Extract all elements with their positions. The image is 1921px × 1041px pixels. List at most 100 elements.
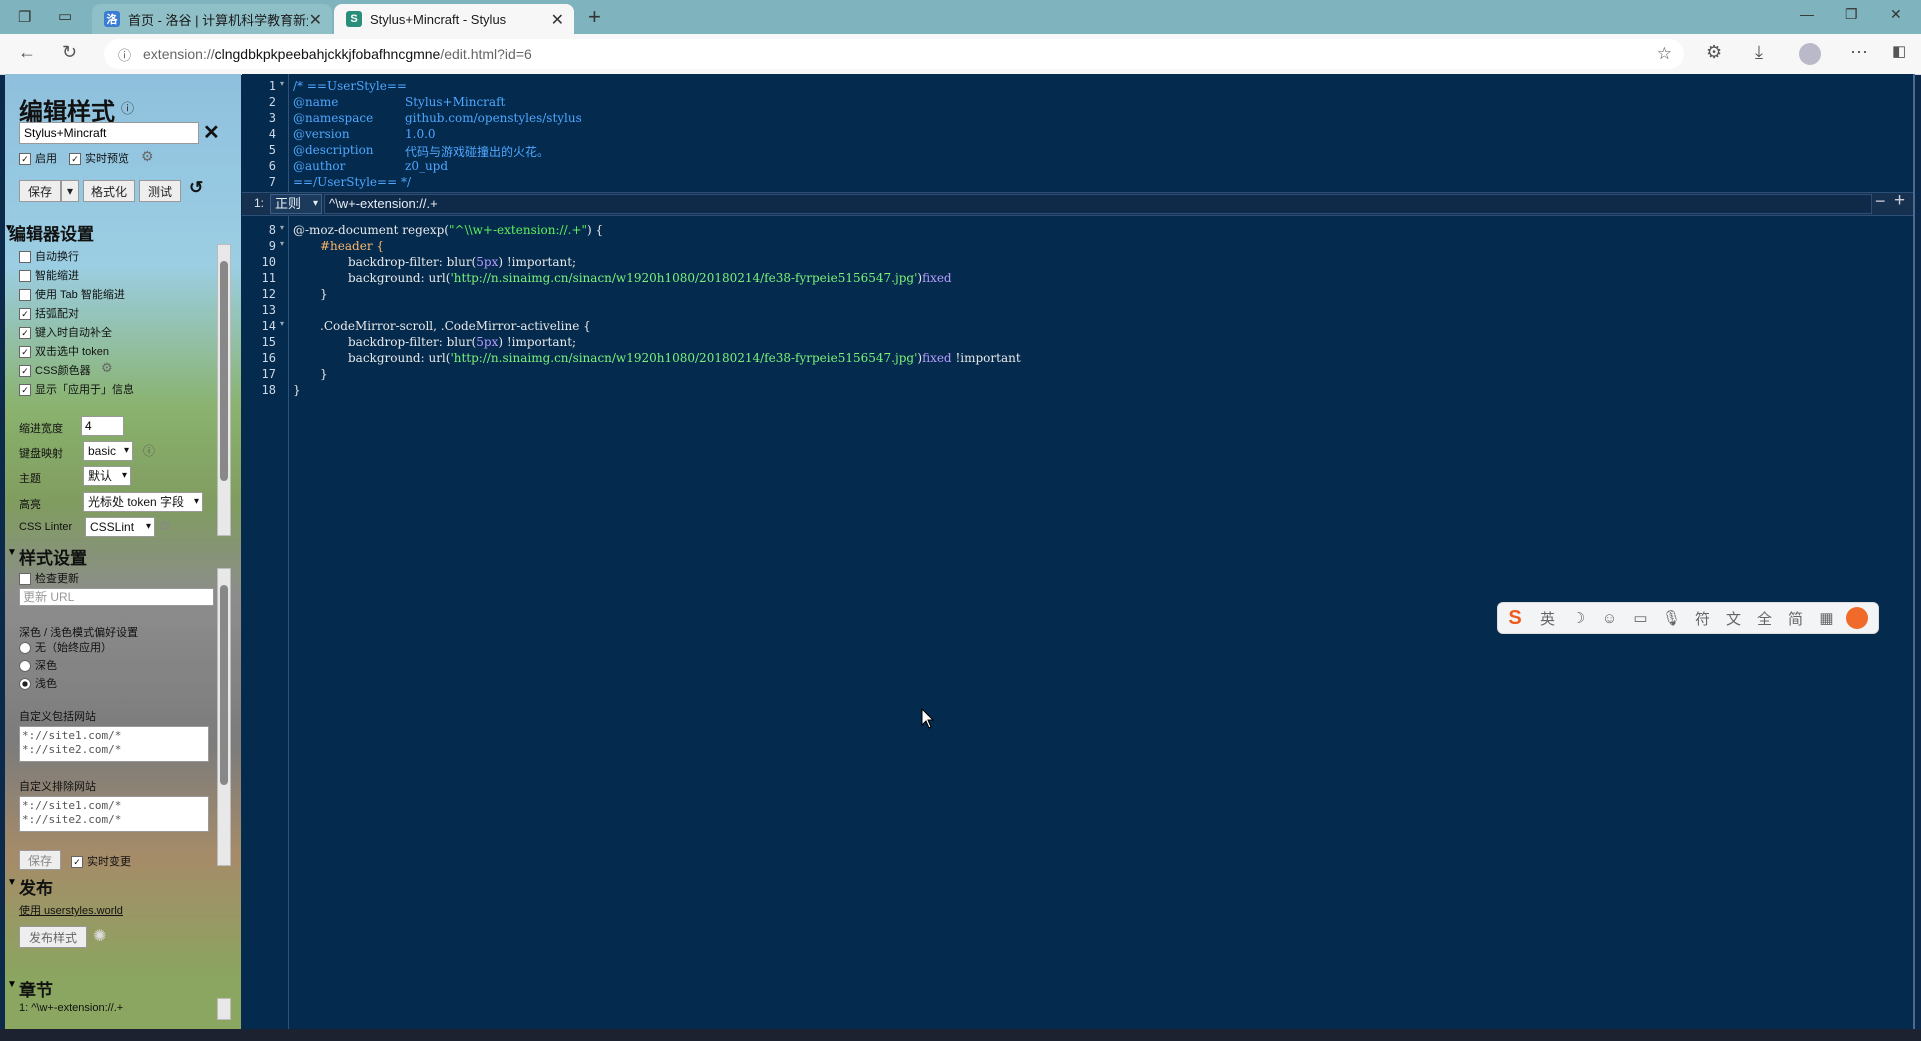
checkbox[interactable]: ✓ <box>19 365 31 378</box>
code-key[interactable]: @author <box>293 159 345 173</box>
save-button[interactable]: 保存 <box>19 180 61 202</box>
translate-icon[interactable]: ⽂ <box>1718 608 1749 629</box>
minimize-icon[interactable]: — <box>1800 6 1814 22</box>
simplified-chinese-icon[interactable]: 简 <box>1780 608 1811 629</box>
sidebar-toggle-icon[interactable]: ◧ <box>1892 42 1906 60</box>
favorite-star-icon[interactable]: ☆ <box>1657 44 1672 64</box>
scheme-option-light[interactable]: 浅色 <box>19 675 57 691</box>
code-line-17[interactable]: } <box>320 367 328 381</box>
undo-icon[interactable]: ↺ <box>189 178 203 198</box>
fold-arrow-icon[interactable]: ▾ <box>280 319 284 328</box>
close-tab-icon[interactable]: ✕ <box>551 10 564 30</box>
save-dropdown-button[interactable]: ▾ <box>61 180 79 202</box>
close-icon[interactable]: ✕ <box>203 120 220 145</box>
code-line[interactable]: /* ==UserStyle== <box>293 79 407 93</box>
code-line-15[interactable]: backdrop-filter: blur(5px) !important; <box>348 335 576 349</box>
linter-select[interactable]: CSSLint <box>85 517 155 537</box>
tab-stylus[interactable]: S Stylus+Mincraft - Stylus ✕ <box>334 4 574 34</box>
language-toggle-icon[interactable]: 英 <box>1532 608 1563 629</box>
checkbox[interactable] <box>19 270 31 283</box>
code-value[interactable]: github.com/openstyles/stylus <box>405 111 582 125</box>
theme-select[interactable]: 默认 <box>83 466 131 486</box>
sections-heading[interactable]: 章节 <box>19 976 53 1001</box>
checkbox[interactable]: ✓ <box>19 308 31 321</box>
style-name-input[interactable]: Stylus+Mincraft <box>19 122 199 144</box>
toolbox-icon[interactable]: ▦ <box>1811 609 1842 627</box>
code-key[interactable]: @description <box>293 143 374 157</box>
scrollbar-thumb[interactable] <box>220 585 228 785</box>
fold-arrow-icon[interactable]: ▾ <box>280 239 284 248</box>
tab-luogu[interactable]: 洛 首页 - 洛谷 | 计算机科学教育新生 ✕ <box>92 4 332 34</box>
checkbox[interactable]: ✓ <box>69 153 81 166</box>
checkbox[interactable] <box>19 251 31 264</box>
indent-width-input[interactable]: 4 <box>81 416 124 436</box>
checkbox[interactable] <box>19 289 31 302</box>
downloads-icon[interactable]: ⤓ <box>1755 42 1763 63</box>
code-line-18[interactable]: } <box>293 383 301 397</box>
exclude-sites-textarea[interactable]: *://site1.com/* *://site2.com/* <box>19 796 209 832</box>
fold-arrow-icon[interactable]: ▾ <box>280 223 284 232</box>
scrollbar-thumb[interactable] <box>220 261 228 481</box>
close-window-icon[interactable]: ✕ <box>1890 6 1902 23</box>
add-section-icon[interactable]: + <box>1894 190 1905 212</box>
moon-icon[interactable]: ☽ <box>1563 609 1594 627</box>
sections-scrollbar[interactable] <box>217 998 231 1020</box>
code-line-9[interactable]: #header { <box>320 239 384 253</box>
gear-icon[interactable]: ⚙ <box>159 518 171 534</box>
code-value[interactable]: z0_upd <box>405 159 448 173</box>
code-key[interactable]: @version <box>293 127 350 141</box>
publish-heading[interactable]: 发布 <box>19 874 53 899</box>
extensions-icon[interactable]: ⚙ <box>1706 42 1722 63</box>
microphone-icon[interactable]: 🎙 <box>1656 609 1687 627</box>
code-value[interactable]: 1.0.0 <box>405 127 436 141</box>
sogou-logo-icon[interactable]: S <box>1498 607 1532 630</box>
checkbox[interactable]: ✓ <box>19 153 31 166</box>
style-settings-save-button[interactable]: 保存 <box>19 850 61 870</box>
editor-scrollbar[interactable] <box>1913 74 1915 1029</box>
checkbox[interactable]: ✓ <box>19 346 31 359</box>
code-value[interactable]: 代码与游戏碰撞出的火花。 <box>405 143 549 160</box>
option-match-brackets[interactable]: ✓ 括弧配对 <box>19 305 79 321</box>
editor-settings-heading[interactable]: 编辑器设置 <box>9 220 94 245</box>
radio[interactable] <box>19 660 31 673</box>
option-autocomplete[interactable]: ✓ 键入时自动补全 <box>19 324 112 340</box>
code-line[interactable]: ==/UserStyle== */ <box>293 175 411 189</box>
remove-section-icon[interactable]: − <box>1875 191 1886 212</box>
address-bar[interactable]: ⓘ extension:// clngdbkpkpeebahjckkjfobaf… <box>104 39 1684 69</box>
ime-toolbar[interactable]: S 英 ☽ ☺ ▭ 🎙 符 ⽂ 全 简 ▦ <box>1497 602 1879 634</box>
info-icon[interactable]: ⓘ <box>121 98 134 117</box>
code-key[interactable]: @name <box>293 95 338 109</box>
live-change-checkbox[interactable]: ✓ 实时变更 <box>71 853 131 869</box>
keymap-select[interactable]: basic <box>83 441 133 461</box>
update-url-input[interactable]: 更新 URL <box>19 588 214 606</box>
more-menu-icon[interactable]: ⋯ <box>1850 42 1868 63</box>
keyboard-icon[interactable]: ▭ <box>1625 609 1656 627</box>
avatar[interactable] <box>1846 607 1868 629</box>
new-tab-icon[interactable]: + <box>588 4 601 30</box>
workspaces-icon[interactable]: ❐ <box>18 8 31 26</box>
checkbox[interactable]: ✓ <box>71 856 83 869</box>
section-value-input[interactable]: ^\w+-extension://.+ <box>324 194 1872 214</box>
code-line-12[interactable]: } <box>320 287 328 301</box>
emoji-icon[interactable]: ☺ <box>1594 610 1625 627</box>
option-smart-indent[interactable]: 智能缩进 <box>19 267 79 283</box>
full-width-icon[interactable]: 全 <box>1749 608 1780 629</box>
code-editor[interactable] <box>242 74 1915 1029</box>
check-updates-checkbox[interactable]: 检查更新 <box>19 570 79 586</box>
code-line-11[interactable]: background: url('http://n.sinaimg.cn/sin… <box>348 271 952 285</box>
gear-icon[interactable]: ⚙ <box>101 360 113 376</box>
style-settings-heading[interactable]: 样式设置 <box>19 544 87 569</box>
option-auto-wrap[interactable]: 自动换行 <box>19 248 79 264</box>
back-icon[interactable]: ← <box>18 42 36 63</box>
style-settings-scrollbar[interactable] <box>217 568 231 866</box>
scheme-option-none[interactable]: 无（始终应用） <box>19 639 112 655</box>
profile-avatar[interactable] <box>1799 43 1821 65</box>
gear-icon[interactable]: ⚙ <box>141 148 154 165</box>
section-type-select[interactable]: 正则 ▾ <box>270 194 322 214</box>
info-icon[interactable]: ⓘ <box>143 442 155 459</box>
checkbox[interactable]: ✓ <box>19 327 31 340</box>
symbol-icon[interactable]: 符 <box>1687 608 1718 629</box>
fold-arrow-icon[interactable]: ▾ <box>280 79 284 88</box>
code-value[interactable]: Stylus+Mincraft <box>405 95 505 109</box>
reload-icon[interactable]: ↻ <box>62 42 77 63</box>
